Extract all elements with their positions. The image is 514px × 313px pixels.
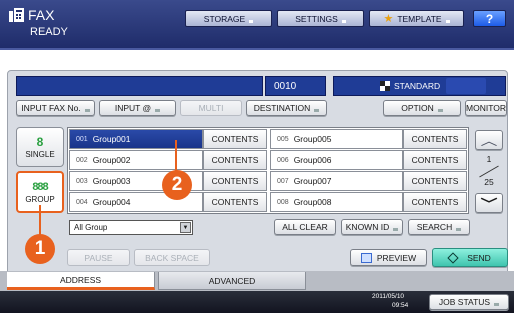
group-row-002[interactable]: 002 Group002 <box>69 150 203 170</box>
footer-time: 09:54 <box>392 302 409 309</box>
settings-button[interactable]: SETTINGS <box>277 10 364 27</box>
header-bar: FAX READY STORAGE SETTINGS ★ TEMPLATE ? <box>0 0 514 50</box>
contents-button-003[interactable]: CONTENTS <box>203 171 267 191</box>
group-row-007[interactable]: 007 Group007 <box>270 171 403 191</box>
machine-status: READY <box>30 26 68 38</box>
chevron-down-icon: ﹀ <box>480 196 498 211</box>
page-current: 1 <box>486 154 492 164</box>
tab-address[interactable]: ADDRESS <box>7 272 155 290</box>
search-button[interactable]: SEARCH <box>408 219 470 235</box>
single-person-icon: 8 <box>36 135 44 149</box>
back-space-button[interactable]: BACK SPACE <box>134 249 210 266</box>
preview-icon <box>360 252 372 263</box>
checker-icon <box>380 81 390 91</box>
scroll-up-button[interactable]: ︿ <box>475 130 503 150</box>
dropdown-arrow-icon: ▼ <box>180 222 191 233</box>
monitor-button[interactable]: MONITOR <box>465 100 507 116</box>
group-people-icon: 888 <box>32 180 48 193</box>
contents-button-005[interactable]: CONTENTS <box>403 129 467 149</box>
tab-advanced[interactable]: ADVANCED <box>158 272 306 290</box>
quality-display: STANDARD <box>333 76 506 96</box>
callout-1-leader <box>39 205 41 235</box>
input-fax-number-button[interactable]: INPUT FAX No. <box>16 100 95 116</box>
template-button[interactable]: ★ TEMPLATE <box>369 10 464 27</box>
storage-button[interactable]: STORAGE <box>185 10 272 27</box>
input-at-button[interactable]: INPUT @ <box>99 100 176 116</box>
contents-button-006[interactable]: CONTENTS <box>403 150 467 170</box>
contents-button-008[interactable]: CONTENTS <box>403 192 467 212</box>
multi-button[interactable]: MULTI <box>180 100 242 116</box>
job-status-button[interactable]: JOB STATUS <box>429 294 509 310</box>
pause-button[interactable]: PAUSE <box>67 249 130 266</box>
preview-button[interactable]: PREVIEW <box>350 249 427 266</box>
option-button[interactable]: OPTION <box>383 100 461 116</box>
destination-counter: 0010 <box>265 76 326 96</box>
callout-2-badge: 2 <box>162 170 192 200</box>
scroll-down-button[interactable]: ﹀ <box>475 193 503 213</box>
destination-button[interactable]: DESTINATION <box>246 100 327 116</box>
contents-button-007[interactable]: CONTENTS <box>403 171 467 191</box>
star-icon: ★ <box>383 13 394 25</box>
help-button[interactable]: ? <box>473 10 506 27</box>
resolution-indicator <box>446 78 487 94</box>
callout-2-leader <box>175 140 177 172</box>
group-filter-select[interactable]: All Group ▼ <box>69 220 193 235</box>
send-diamond-icon <box>447 251 459 264</box>
contents-button-004[interactable]: CONTENTS <box>203 192 267 212</box>
callout-1-badge: 1 <box>25 234 55 264</box>
all-clear-button[interactable]: ALL CLEAR <box>274 219 336 235</box>
page-total: 25 <box>484 177 494 187</box>
group-row-006[interactable]: 006 Group006 <box>270 150 403 170</box>
app-title: FAX <box>28 7 55 23</box>
send-button[interactable]: SEND <box>432 248 508 267</box>
contents-button-002[interactable]: CONTENTS <box>203 150 267 170</box>
chevron-up-icon: ︿ <box>480 133 498 148</box>
group-row-001[interactable]: 001 Group001 <box>69 129 203 149</box>
side-tab-single[interactable]: 8 SINGLE <box>16 127 64 167</box>
fax-icon <box>9 8 24 22</box>
known-id-button[interactable]: KNOWN ID <box>341 219 403 235</box>
group-row-005[interactable]: 005 Group005 <box>270 129 403 149</box>
contents-button-001[interactable]: CONTENTS <box>203 129 267 149</box>
group-row-008[interactable]: 008 Group008 <box>270 192 403 212</box>
destination-display <box>16 76 263 96</box>
footer-date: 2011/05/10 <box>372 293 405 300</box>
